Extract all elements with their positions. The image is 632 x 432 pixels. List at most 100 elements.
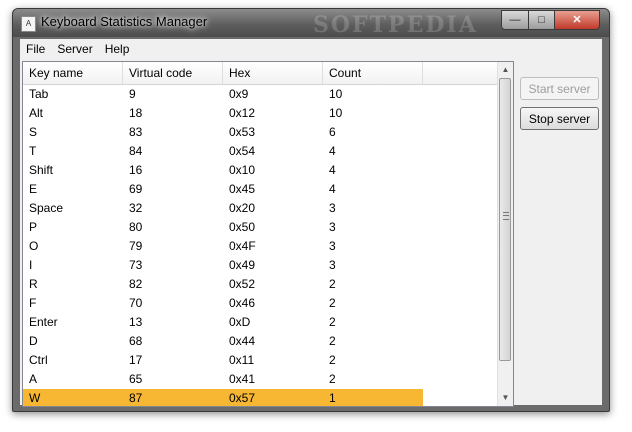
cell-virtual-code: 87: [129, 391, 143, 405]
cell-count: 3: [329, 201, 336, 215]
app-window: A Keyboard Statistics Manager S O F T P E D I A …: [12, 8, 610, 412]
cell-count: 1: [329, 391, 336, 405]
table-row[interactable]: Enter 13 0xD 2: [23, 313, 499, 332]
cell-count: 4: [329, 182, 336, 196]
cell-hex: 0x50: [229, 220, 256, 234]
watermark-text: SOFTPEDIA: [313, 12, 478, 38]
cell-count: 3: [329, 220, 336, 234]
cell-virtual-code: 69: [129, 182, 143, 196]
cell-virtual-code: 13: [129, 315, 143, 329]
cell-hex: 0x12: [229, 106, 256, 120]
grip-icon: [503, 212, 509, 220]
table-row[interactable]: Alt 18 0x12 10: [23, 104, 499, 123]
cell-key-name: Alt: [29, 106, 44, 120]
cell-key-name: Enter: [29, 315, 58, 329]
cell-count: 3: [329, 258, 336, 272]
table-row[interactable]: E 69 0x45 4: [23, 180, 499, 199]
cell-key-name: S: [29, 125, 38, 139]
column-header-hex[interactable]: Hex: [223, 62, 323, 84]
cell-key-name: D: [29, 334, 38, 348]
table-row[interactable]: O 79 0x4F 3: [23, 237, 499, 256]
cell-virtual-code: 9: [129, 87, 136, 101]
chevron-down-icon[interactable]: ▼: [498, 390, 513, 406]
cell-hex: 0x44: [229, 334, 256, 348]
app-icon[interactable]: A: [21, 16, 36, 32]
cell-key-name: P: [29, 220, 38, 234]
cell-count: 2: [329, 334, 336, 348]
menu-bar: File Server Help: [20, 39, 602, 59]
table-row[interactable]: D 68 0x44 2: [23, 332, 499, 351]
table-row[interactable]: R 82 0x52 2: [23, 275, 499, 294]
cell-hex: 0x20: [229, 201, 256, 215]
table-row[interactable]: I 73 0x49 3: [23, 256, 499, 275]
scrollbar-thumb[interactable]: [499, 78, 511, 361]
cell-count: 2: [329, 277, 336, 291]
cell-key-name: Tab: [29, 87, 49, 101]
cell-virtual-code: 80: [129, 220, 143, 234]
cell-key-name: A: [29, 372, 38, 386]
cell-key-name: Ctrl: [29, 353, 48, 367]
cell-hex: 0x54: [229, 144, 256, 158]
maximize-icon: □: [538, 14, 545, 26]
cell-key-name: I: [29, 258, 33, 272]
cell-hex: 0x10: [229, 163, 256, 177]
cell-hex: 0x45: [229, 182, 256, 196]
cell-virtual-code: 18: [129, 106, 143, 120]
vertical-scrollbar[interactable]: ▲ ▼: [497, 62, 513, 406]
window-title: Keyboard Statistics Manager: [41, 14, 208, 29]
list-rows: Tab 9 0x9 10 Alt 18 0x12 10 S 83 0x53 6 T 84 0x54 4 Shif…: [23, 85, 499, 406]
table-row[interactable]: T 84 0x54 4: [23, 142, 499, 161]
cell-count: 2: [329, 372, 336, 386]
menu-help[interactable]: Help: [99, 39, 136, 59]
cell-hex: 0x4F: [229, 239, 256, 253]
table-row[interactable]: Ctrl 17 0x11 2: [23, 351, 499, 370]
cell-virtual-code: 84: [129, 144, 143, 158]
cell-hex: 0x9: [229, 87, 249, 101]
cell-hex: 0x41: [229, 372, 256, 386]
table-row[interactable]: Shift 16 0x10 4: [23, 161, 499, 180]
cell-count: 4: [329, 144, 336, 158]
table-row[interactable]: P 80 0x50 3: [23, 218, 499, 237]
table-row[interactable]: W 87 0x57 1: [23, 389, 499, 406]
title-bar[interactable]: A Keyboard Statistics Manager SOFTPEDIA …: [13, 9, 609, 38]
key-stats-list[interactable]: Key name Virtual code Hex Count Tab 9 0x9 1…: [22, 61, 514, 407]
cell-key-name: W: [29, 391, 41, 405]
cell-virtual-code: 79: [129, 239, 143, 253]
cell-key-name: O: [29, 239, 39, 253]
close-button[interactable]: ✕: [554, 10, 600, 30]
cell-virtual-code: 68: [129, 334, 143, 348]
table-row[interactable]: F 70 0x46 2: [23, 294, 499, 313]
table-row[interactable]: Space 32 0x20 3: [23, 199, 499, 218]
column-header-count[interactable]: Count: [323, 62, 423, 84]
cell-hex: 0x11: [229, 353, 255, 367]
cell-key-name: Shift: [29, 163, 54, 177]
cell-count: 2: [329, 296, 336, 310]
cell-key-name: R: [29, 277, 38, 291]
cell-key-name: E: [29, 182, 38, 196]
list-header: Key name Virtual code Hex Count: [23, 62, 499, 85]
cell-hex: 0x46: [229, 296, 256, 310]
cell-hex: 0x57: [229, 391, 256, 405]
cell-hex: 0x53: [229, 125, 256, 139]
cell-count: 3: [329, 239, 336, 253]
maximize-button[interactable]: □: [528, 10, 555, 30]
cell-count: 10: [329, 87, 343, 101]
column-header-key-name[interactable]: Key name: [23, 62, 123, 84]
cell-virtual-code: 73: [129, 258, 143, 272]
chevron-up-icon[interactable]: ▲: [498, 62, 513, 78]
start-server-button[interactable]: Start server: [520, 77, 599, 100]
table-row[interactable]: Tab 9 0x9 10: [23, 85, 499, 104]
table-row[interactable]: S 83 0x53 6: [23, 123, 499, 142]
minimize-button[interactable]: —: [501, 10, 529, 30]
cell-virtual-code: 65: [129, 372, 143, 386]
menu-server[interactable]: Server: [51, 39, 98, 59]
cell-count: 4: [329, 163, 336, 177]
cell-virtual-code: 83: [129, 125, 143, 139]
stop-server-button[interactable]: Stop server: [520, 107, 599, 130]
cell-hex: 0xD: [229, 315, 251, 329]
column-header-virtual-code[interactable]: Virtual code: [123, 62, 223, 84]
table-row[interactable]: A 65 0x41 2: [23, 370, 499, 389]
menu-file[interactable]: File: [20, 39, 51, 59]
cell-virtual-code: 82: [129, 277, 143, 291]
cell-count: 10: [329, 106, 343, 120]
